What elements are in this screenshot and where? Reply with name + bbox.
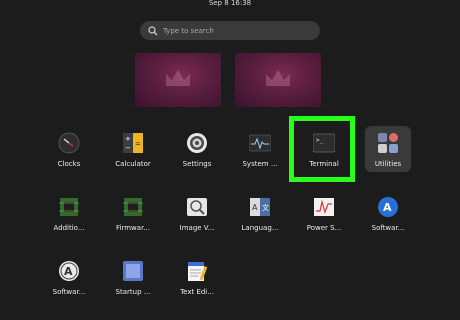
software-updater-icon: A [59, 261, 79, 281]
chip-icon [59, 198, 79, 216]
search-field[interactable]: Type to search [140, 21, 320, 40]
app-additional-drivers[interactable]: Additio... [37, 188, 101, 244]
software-store-icon: A [378, 197, 398, 217]
app-settings[interactable]: Settings [165, 124, 229, 180]
startup-disk-icon [123, 261, 143, 281]
power-stats-icon [314, 198, 334, 216]
app-power-statistics[interactable]: Power S... [292, 188, 356, 244]
svg-text:=: = [135, 140, 141, 148]
app-text-editor[interactable]: Text Edi... [165, 252, 229, 308]
app-label: Settings [182, 160, 212, 168]
app-label: Firmwar... [116, 224, 150, 232]
app-label: Calculator [115, 160, 151, 168]
app-label: Power S... [306, 224, 342, 232]
svg-text:文: 文 [262, 203, 269, 212]
app-label: Text Edi... [180, 288, 214, 296]
app-clocks[interactable]: Clocks [37, 124, 101, 180]
calculator-icon: + − = [123, 133, 143, 153]
app-label: Additio... [53, 224, 85, 232]
top-bar-clock[interactable]: Sep 8 16:38 [0, 0, 460, 10]
app-label: Clocks [57, 160, 81, 168]
app-system-monitor[interactable]: System ... [228, 124, 292, 180]
system-monitor-icon [249, 134, 271, 152]
workspace-thumbnail-2[interactable] [235, 53, 321, 107]
svg-text:A: A [64, 265, 73, 278]
text-editor-icon [188, 262, 208, 281]
chip-icon [123, 198, 143, 216]
gear-icon [187, 133, 207, 153]
app-image-viewer[interactable]: Image V... [165, 188, 229, 244]
clock-icon [58, 132, 80, 154]
search-icon [148, 25, 158, 35]
app-label: Startup ... [115, 288, 151, 296]
svg-text:+: + [125, 135, 131, 143]
app-label: Utilities [374, 160, 402, 168]
svg-text:A: A [252, 203, 258, 212]
search-placeholder: Type to search [163, 26, 214, 35]
app-label: Languag... [241, 224, 279, 232]
app-label: Softwar... [52, 288, 86, 296]
app-calculator[interactable]: + − = Calculator [101, 124, 165, 180]
app-firmware-updater[interactable]: Firmwar... [101, 188, 165, 244]
svg-text:A: A [383, 201, 392, 214]
app-label: System ... [242, 160, 278, 168]
language-icon: A 文 [250, 198, 270, 216]
terminal-highlight-box [289, 116, 355, 182]
image-viewer-icon [187, 198, 207, 216]
app-label: Softwar... [371, 224, 405, 232]
crown-icon [166, 70, 190, 86]
app-label: Image V... [179, 224, 215, 232]
folder-grid-icon [378, 133, 398, 153]
workspace-thumbnail-1[interactable] [135, 53, 221, 107]
crown-icon [266, 70, 290, 86]
app-language-support[interactable]: A 文 Languag... [228, 188, 292, 244]
app-folder-utilities[interactable]: Utilities [356, 124, 420, 180]
app-startup-disk-creator[interactable]: Startup ... [101, 252, 165, 308]
app-software-updater[interactable]: A Softwar... [37, 252, 101, 308]
svg-text:−: − [125, 144, 131, 152]
app-software-store[interactable]: A Softwar... [356, 188, 420, 244]
